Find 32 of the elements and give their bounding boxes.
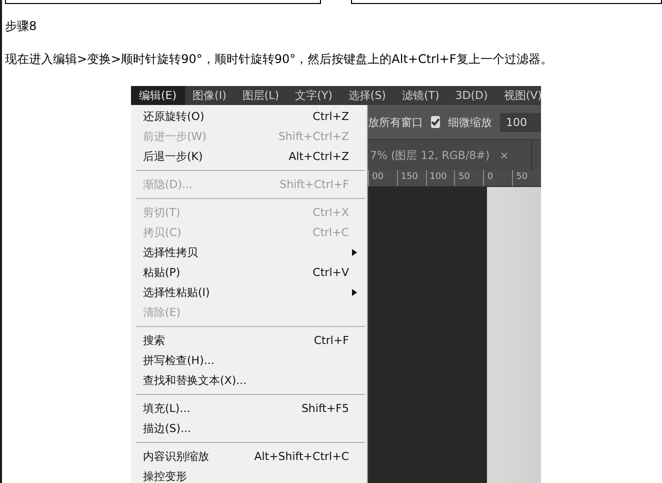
menu-bar-item[interactable]: 3D(D) bbox=[447, 86, 496, 105]
checkbox-label: 细微缩放 bbox=[448, 114, 492, 130]
menu-item[interactable]: 拼写检查(H)... bbox=[131, 350, 367, 370]
menu-item[interactable]: 搜索 Ctrl+F bbox=[131, 330, 367, 350]
menu-bar-item[interactable]: 编辑(E) bbox=[131, 86, 185, 105]
menu-item[interactable]: 描边(S)... bbox=[131, 418, 367, 438]
menu-item[interactable]: 填充(L)... Shift+F5 bbox=[131, 398, 367, 418]
menu-item[interactable]: 还原旋转(O) Ctrl+Z bbox=[131, 106, 367, 126]
menu-bar-item[interactable]: 滤镜(T) bbox=[394, 86, 448, 105]
checkbox[interactable] bbox=[431, 116, 440, 128]
menu-bar-item[interactable]: 文字(Y) bbox=[287, 86, 340, 105]
menu-item[interactable]: 粘贴(P) Ctrl+V bbox=[131, 262, 367, 282]
menu-bar-item[interactable]: 图层(L) bbox=[234, 86, 288, 105]
ruler: 00 150 100 50 0 50 bbox=[368, 170, 541, 187]
document-tab[interactable]: 7% (图层 12, RGB/8#) × bbox=[368, 140, 532, 170]
menu-bar-item[interactable]: 选择(S) bbox=[340, 86, 394, 105]
input-field[interactable]: 100 bbox=[500, 112, 541, 132]
option-label: 放所有窗口 bbox=[368, 114, 423, 130]
menu-item[interactable]: 内容识别缩放 Alt+Shift+Ctrl+C bbox=[131, 446, 367, 466]
menu-item[interactable]: 后退一步(K) Alt+Ctrl+Z bbox=[131, 146, 367, 166]
menu-item[interactable]: 查找和替换文本(X)... bbox=[131, 370, 367, 390]
menu-bar-item[interactable]: 图像(I) bbox=[184, 86, 234, 105]
submenu-arrow-icon bbox=[352, 248, 357, 256]
menu-item[interactable]: 选择性粘贴(I) bbox=[131, 282, 367, 302]
menu-bar-item[interactable]: 视图(V) bbox=[496, 86, 541, 105]
submenu-arrow-icon bbox=[352, 288, 357, 296]
paragraph: 现在进入编辑>变换>顺时针旋转90°，顺时针旋转90°，然后按键盘上的Alt+Ctrl+F复上一个过滤器。 bbox=[5, 51, 554, 67]
close-button[interactable]: × bbox=[500, 148, 509, 162]
step-title: 步骤8 bbox=[5, 18, 38, 34]
menu-item[interactable]: 操控变形 bbox=[131, 466, 367, 483]
check-icon bbox=[431, 118, 440, 126]
menu-item[interactable]: 选择性拷贝 bbox=[131, 242, 367, 262]
